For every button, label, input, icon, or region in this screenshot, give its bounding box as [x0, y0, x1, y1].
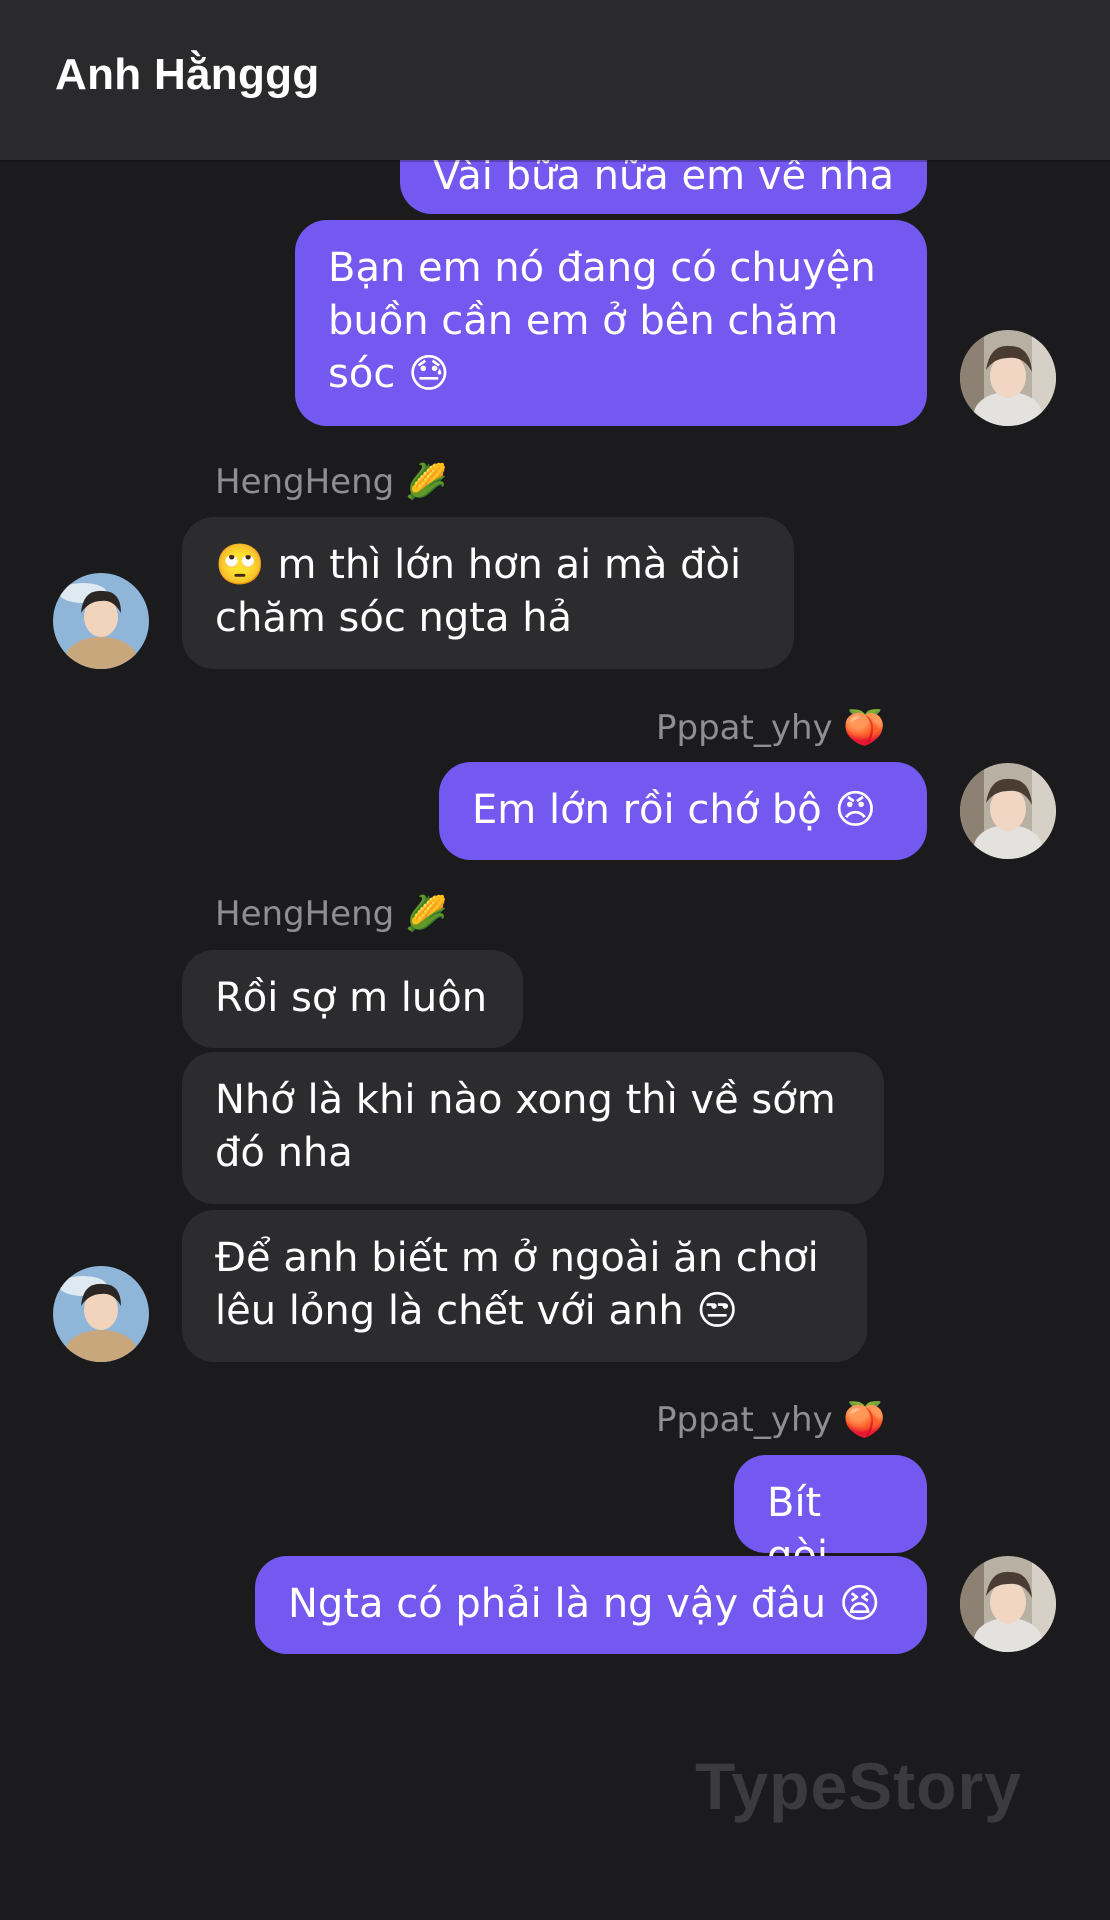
message-bubble-outgoing[interactable]: Bạn em nó đang có chuyện buồn cần em ở b… [295, 220, 927, 426]
message-bubble-incoming[interactable]: Rồi sợ m luôn [182, 950, 523, 1048]
message-bubble-incoming[interactable]: 🙄 m thì lớn hơn ai mà đòi chăm sóc ngta … [182, 517, 794, 669]
avatar-hengheng[interactable] [53, 573, 149, 669]
avatar-pppat[interactable] [960, 330, 1056, 426]
avatar-pppat[interactable] [960, 1556, 1056, 1652]
avatar-image [53, 1266, 149, 1362]
sender-name: HengHeng 🌽 [215, 462, 448, 502]
message-bubble-incoming[interactable]: Nhớ là khi nào xong thì về sớm đó nha [182, 1052, 884, 1204]
message-bubble-incoming[interactable]: Để anh biết m ở ngoài ăn chơi lêu lỏng l… [182, 1210, 867, 1362]
sender-name: HengHeng 🌽 [215, 894, 448, 934]
avatar-hengheng[interactable] [53, 1266, 149, 1362]
message-bubble-outgoing[interactable]: Ngta có phải là ng vậy đâu 😫 [255, 1556, 927, 1654]
typestory-watermark: TypeStory [695, 1749, 1022, 1823]
avatar-image [53, 573, 149, 669]
sender-name: Pppat_yhy 🍑 [656, 1400, 886, 1440]
chat-header: Anh Hằnggg [0, 0, 1110, 160]
avatar-image [960, 763, 1056, 859]
message-bubble-outgoing[interactable]: Em lớn rồi chớ bộ 😠 [439, 762, 927, 860]
avatar-pppat[interactable] [960, 763, 1056, 859]
chat-title[interactable]: Anh Hằnggg [55, 50, 320, 100]
avatar-image [960, 1556, 1056, 1652]
avatar-image [960, 330, 1056, 426]
sender-name: Pppat_yhy 🍑 [656, 708, 886, 748]
message-bubble-outgoing[interactable]: Bít gòi [734, 1455, 927, 1579]
